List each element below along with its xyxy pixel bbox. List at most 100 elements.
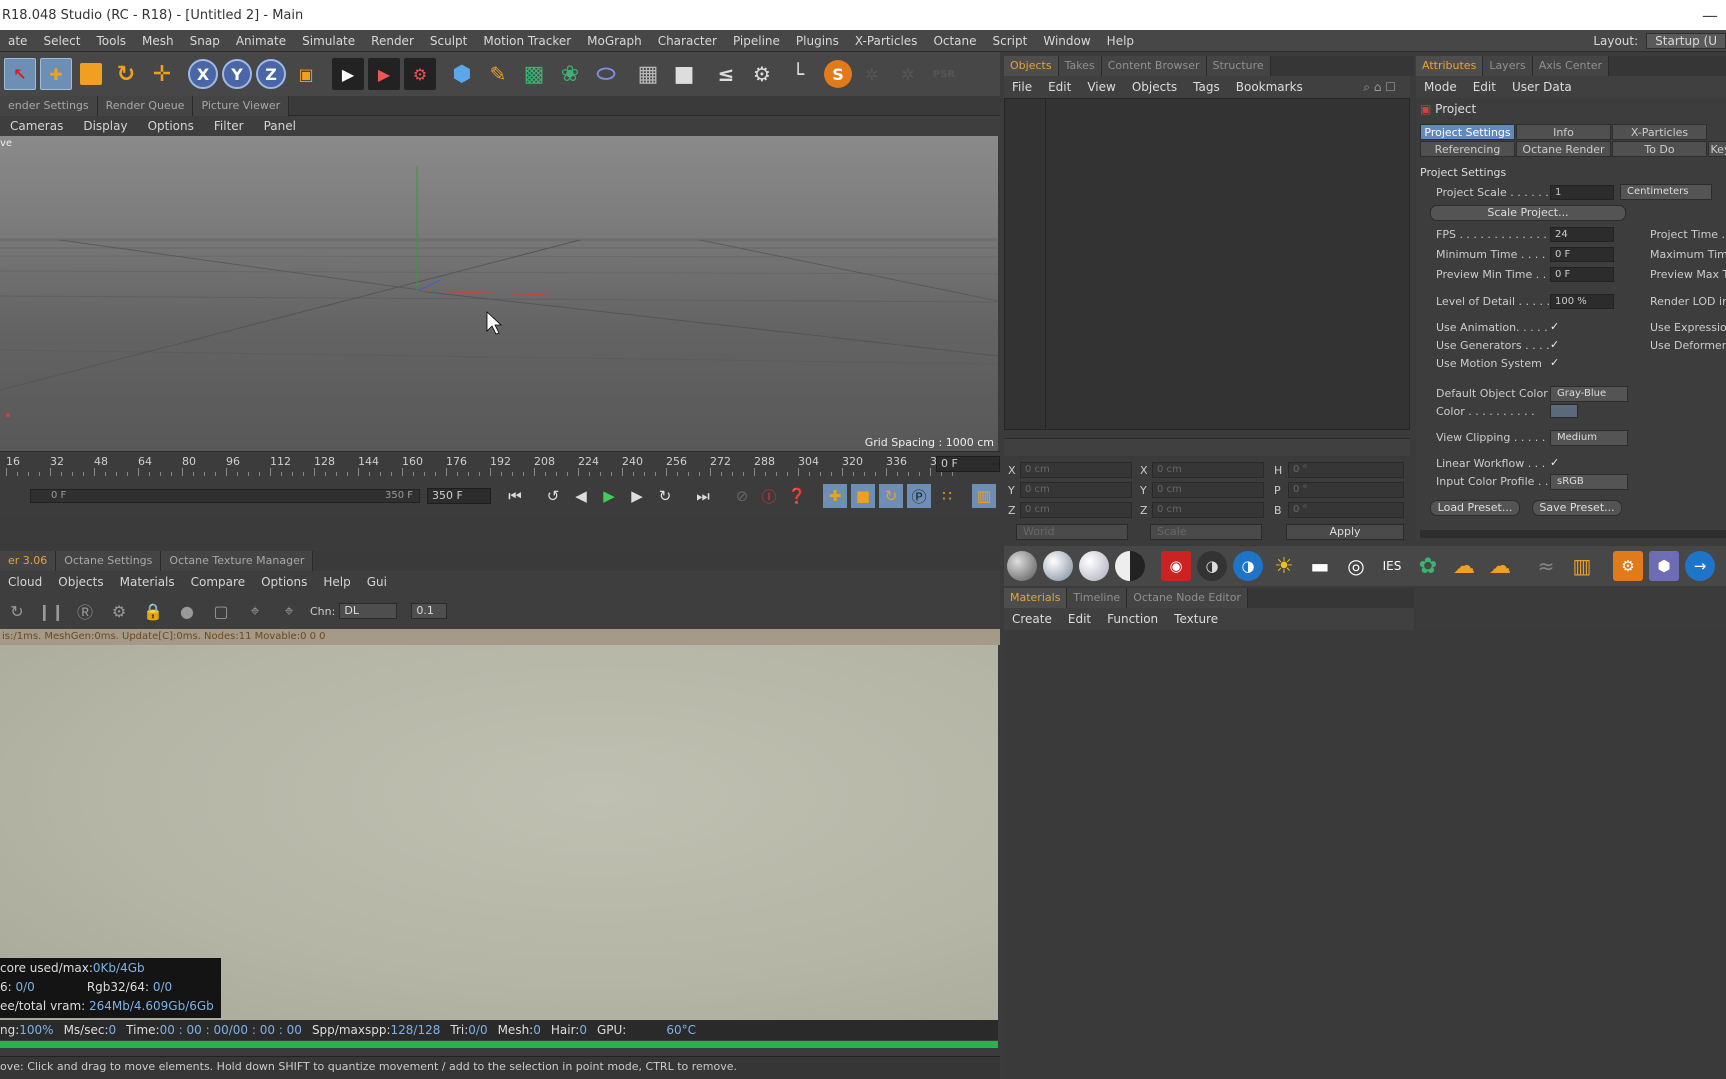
octane-tab-0[interactable]: er 3.06 <box>0 551 57 571</box>
objects-tab-2[interactable]: Content Browser <box>1101 56 1207 76</box>
film-icon[interactable]: ▥ <box>1567 551 1597 581</box>
attributes-tab-2[interactable]: Axis Center <box>1532 56 1610 76</box>
menu-item[interactable]: Sculpt <box>422 34 475 48</box>
project-tab-row2-0[interactable]: Referencing <box>1420 141 1515 157</box>
input-color-profile-select[interactable]: sRGB <box>1550 474 1628 490</box>
viewport-menu-item-2[interactable]: Options <box>138 119 204 133</box>
attributes-menu-item-0[interactable]: Mode <box>1416 80 1465 94</box>
hair-icon[interactable]: ≈ <box>1531 551 1561 581</box>
search-icon[interactable]: ⌕ ⌂ ☐ <box>1355 80 1404 95</box>
menu-item[interactable]: X-Particles <box>847 34 926 48</box>
ies-light-icon[interactable]: IES <box>1377 551 1407 581</box>
auto-key-icon[interactable]: ❓ <box>785 484 809 508</box>
timeline-ruler[interactable]: 16 32 48 64 80 96 112 128 144 160 176 192 208 224 240 2… <box>0 451 1000 477</box>
record-icon[interactable]: Ⓘ <box>757 484 781 508</box>
objects-menu-item-3[interactable]: Objects <box>1124 80 1185 94</box>
world-select[interactable]: World <box>1016 524 1128 540</box>
prev-frame-icon[interactable]: ◀ <box>569 484 593 508</box>
sun-icon[interactable]: ☀ <box>1269 551 1299 581</box>
scatter-icon[interactable]: ✿ <box>1413 551 1443 581</box>
prev-key-icon[interactable]: ↺ <box>541 484 565 508</box>
fps-field[interactable]: 24 <box>1550 227 1614 242</box>
coordinate-system-icon[interactable]: ▣ <box>290 58 322 90</box>
menu-item[interactable]: Pipeline <box>725 34 788 48</box>
project-tab-row1-2[interactable]: X-Particles <box>1612 124 1707 140</box>
hdri-icon[interactable]: ◑ <box>1233 551 1263 581</box>
cube-icon[interactable]: ⬢ <box>446 58 478 90</box>
object-manager-list[interactable] <box>1004 98 1410 430</box>
minimum-time-field[interactable]: 0 F <box>1550 247 1614 262</box>
coord-rot-field[interactable]: 0 ° <box>1288 482 1404 498</box>
viewport-tab-1[interactable]: Render Queue <box>97 95 194 116</box>
octane-menu-item-0[interactable]: Cloud <box>0 575 50 589</box>
diffuse-material-icon[interactable] <box>1007 551 1037 581</box>
preview-min-time-field[interactable]: 0 F <box>1550 267 1614 282</box>
layout-select[interactable]: Startup (U <box>1646 33 1726 49</box>
attributes-horizontal-scrollbar[interactable] <box>1420 530 1726 538</box>
materials-menu-item-1[interactable]: Edit <box>1060 612 1099 626</box>
materials-tab-2[interactable]: Octane Node Editor <box>1127 588 1248 608</box>
menu-item[interactable]: Motion Tracker <box>475 34 579 48</box>
use-generators-checkbox[interactable]: ✓ <box>1550 339 1562 351</box>
octane-menu-item-5[interactable]: Help <box>315 575 358 589</box>
x-axis-lock-icon[interactable]: X <box>188 59 218 89</box>
live-select-button[interactable]: ✛ <box>146 58 178 90</box>
coord-size-field[interactable]: 0 cm <box>1152 462 1264 478</box>
save-preset-button[interactable]: Save Preset... <box>1532 500 1622 516</box>
materials-tab-1[interactable]: Timeline <box>1067 588 1128 608</box>
region-icon[interactable]: Ⓡ <box>73 599 97 623</box>
objects-menu-item-2[interactable]: View <box>1079 80 1123 94</box>
octane-tab-2[interactable]: Octane Texture Manager <box>161 551 314 571</box>
objects-menu-item-5[interactable]: Bookmarks <box>1228 80 1311 94</box>
octane-menu-item-3[interactable]: Compare <box>183 575 253 589</box>
lock-workplane-icon[interactable]: └ <box>782 58 814 90</box>
daylight-icon[interactable]: ◑ <box>1197 551 1227 581</box>
attributes-tab-0[interactable]: Attributes <box>1416 56 1484 76</box>
move-tool-button[interactable]: ✚ <box>40 58 72 90</box>
octane-menu-item-2[interactable]: Materials <box>112 575 183 589</box>
use-animation-checkbox[interactable]: ✓ <box>1550 321 1562 333</box>
menu-item[interactable]: Script <box>985 34 1036 48</box>
current-frame-field[interactable]: 0 F <box>936 456 1000 472</box>
project-scale-unit-select[interactable]: Centimeters <box>1620 184 1712 200</box>
target-light-icon[interactable]: ◎ <box>1341 551 1371 581</box>
timeline-window-icon[interactable]: ▥ <box>972 484 996 508</box>
viewport-menu-item-3[interactable]: Filter <box>204 119 254 133</box>
floor-icon[interactable]: ▦ <box>632 58 664 90</box>
mix-material-icon[interactable] <box>1115 551 1145 581</box>
select-tool-button[interactable]: ↖ <box>4 58 36 90</box>
octane-live-icon[interactable]: → <box>1685 551 1715 581</box>
project-tab-row1-0[interactable]: Project Settings <box>1420 124 1515 140</box>
menu-item[interactable]: Simulate <box>294 34 363 48</box>
objects-tab-3[interactable]: Structure <box>1206 56 1271 76</box>
next-frame-icon[interactable]: ▶ <box>625 484 649 508</box>
rotate-tool-button[interactable]: ↻ <box>110 58 142 90</box>
goto-start-icon[interactable]: ⏮ <box>503 484 527 508</box>
channel-select[interactable]: DL <box>339 603 398 619</box>
pause-icon[interactable]: ❙❙ <box>38 599 65 623</box>
key-points-icon[interactable]: ∷ <box>935 484 959 508</box>
area-light-icon[interactable]: ▬ <box>1305 551 1335 581</box>
render-view-icon[interactable]: ▶ <box>332 58 364 90</box>
frame-range-slider[interactable]: 0 F 350 F <box>30 489 420 503</box>
vdb-icon[interactable]: ☁ <box>1449 551 1479 581</box>
volume-icon[interactable]: ☁ <box>1485 551 1515 581</box>
objects-menu-item-1[interactable]: Edit <box>1040 80 1079 94</box>
viewport-menu-item-4[interactable]: Panel <box>254 119 306 133</box>
coord-size-field[interactable]: 0 cm <box>1152 502 1264 518</box>
use-motion-system-checkbox[interactable]: ✓ <box>1550 357 1562 369</box>
key-rotation-icon[interactable]: ↻ <box>879 484 903 508</box>
view-clipping-select[interactable]: Medium <box>1550 430 1628 446</box>
viewport-tab-2[interactable]: Picture Viewer <box>193 95 290 116</box>
scale-select[interactable]: Scale <box>1150 524 1262 540</box>
objects-tab-0[interactable]: Objects <box>1004 56 1059 76</box>
key-scale-icon[interactable]: ■ <box>851 484 875 508</box>
3d-viewport[interactable]: ve Grid Spacing : 1000 cm <box>0 136 998 451</box>
minimize-button[interactable]: — <box>1702 0 1726 30</box>
coord-rot-field[interactable]: 0 ° <box>1288 462 1404 478</box>
objects-tab-1[interactable]: Takes <box>1058 56 1102 76</box>
play-icon[interactable]: ▶ <box>597 484 621 508</box>
apply-button[interactable]: Apply <box>1286 524 1404 540</box>
camera-icon[interactable]: ■ <box>668 58 700 90</box>
workplane-icon[interactable]: ⚙ <box>746 58 778 90</box>
